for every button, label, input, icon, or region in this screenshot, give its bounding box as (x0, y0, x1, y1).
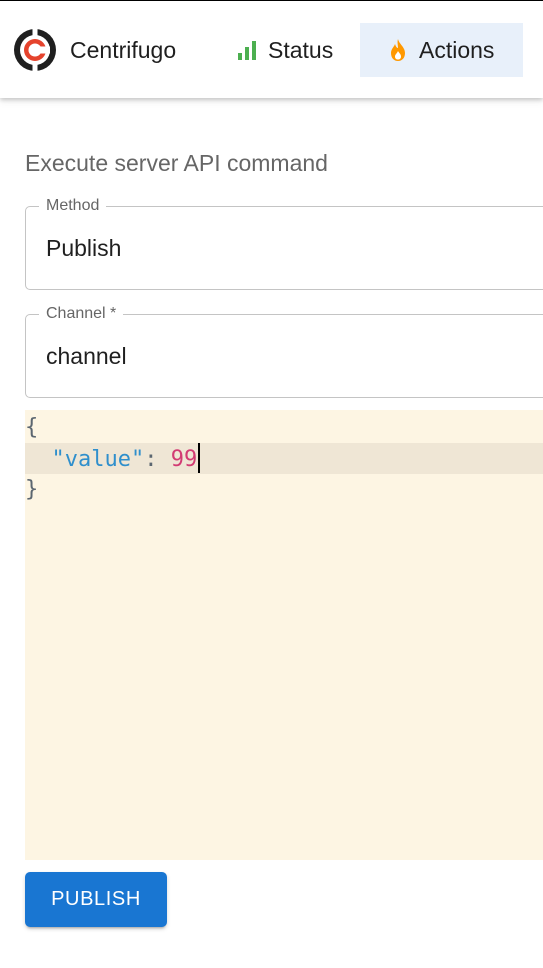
code-line: { (25, 412, 543, 443)
json-value: 99 (170, 447, 198, 472)
channel-label: Channel * (39, 304, 124, 324)
code-line-active: "value": 99 (25, 443, 543, 474)
text-cursor (198, 443, 201, 473)
method-label: Method (39, 196, 107, 216)
channel-input[interactable]: Channel * channel (25, 304, 543, 398)
publish-button[interactable]: PUBLISH (25, 872, 167, 927)
json-key: "value" (51, 447, 145, 472)
section-title: Execute server API command (25, 150, 328, 176)
nav-status-label: Status (268, 36, 334, 63)
nav-status[interactable]: Status (222, 23, 347, 77)
app-name: Centrifugo (70, 36, 177, 63)
open-brace: { (25, 415, 39, 440)
method-value: Publish (46, 235, 122, 261)
code-line: } (25, 474, 543, 505)
channel-value: channel (46, 343, 127, 369)
app-bar: Centrifugo Status Actions (0, 1, 543, 98)
bar-chart-icon (238, 41, 256, 60)
json-colon: : (144, 447, 171, 472)
brand[interactable]: Centrifugo (12, 27, 176, 73)
centrifugo-logo-icon (14, 27, 56, 73)
close-brace: } (25, 477, 39, 502)
method-select[interactable]: Method Publish (25, 196, 543, 290)
nav-actions[interactable]: Actions (360, 23, 523, 77)
flame-icon (391, 39, 405, 61)
json-editor[interactable]: { "value": 99 } (25, 410, 543, 860)
nav-actions-label: Actions (419, 36, 495, 63)
